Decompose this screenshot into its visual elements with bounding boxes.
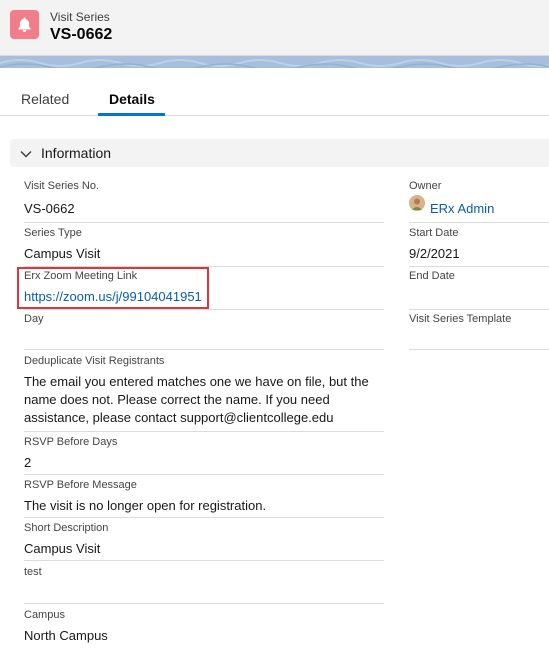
- active-tab-indicator: [98, 113, 165, 116]
- field-divider: [409, 349, 549, 350]
- field-deduplicate-registrants: Deduplicate Visit Registrants The email …: [24, 355, 384, 433]
- object-label: Visit Series: [50, 10, 110, 24]
- decorative-banner: [0, 56, 549, 68]
- field-divider: [409, 222, 549, 223]
- field-day: Day: [24, 313, 384, 351]
- section-title: Information: [41, 145, 112, 161]
- field-label: Deduplicate Visit Registrants: [24, 355, 165, 367]
- field-divider: [24, 603, 384, 604]
- field-divider: [24, 349, 384, 350]
- field-value: The visit is no longer open for registra…: [24, 498, 267, 513]
- field-label: test: [24, 566, 42, 578]
- field-value: VS-0662: [24, 201, 75, 216]
- field-label: RSVP Before Days: [24, 436, 118, 448]
- record-header: Visit Series VS-0662: [0, 0, 549, 56]
- highlight-box: [17, 267, 209, 309]
- field-label: Visit Series No.: [24, 180, 99, 192]
- field-end-date: End Date: [409, 270, 549, 310]
- field-short-description: Short Description Campus Visit: [24, 522, 384, 562]
- field-rsvp-before-message: RSVP Before Message The visit is no long…: [24, 479, 384, 519]
- record-title: VS-0662: [50, 26, 113, 43]
- field-visit-series-no: Visit Series No. VS-0662: [24, 180, 384, 224]
- field-value: 2: [24, 455, 32, 470]
- field-label: Owner: [409, 180, 442, 192]
- field-divider: [24, 222, 384, 223]
- field-label: Series Type: [24, 227, 82, 239]
- field-divider: [24, 309, 384, 310]
- field-label: Day: [24, 313, 44, 325]
- field-divider: [24, 560, 384, 561]
- section-information-toggle[interactable]: Information: [10, 139, 549, 167]
- field-value: North Campus: [24, 628, 108, 643]
- field-rsvp-before-days: RSVP Before Days 2: [24, 436, 384, 476]
- field-label: Visit Series Template: [409, 313, 512, 325]
- avatar: [409, 195, 425, 211]
- field-campus: Campus North Campus: [24, 609, 384, 649]
- field-value: The email you entered matches one we hav…: [24, 374, 369, 425]
- tab-details[interactable]: Details: [109, 91, 155, 107]
- field-label: Campus: [24, 609, 65, 621]
- field-label: End Date: [409, 270, 455, 282]
- field-value: Campus Visit: [24, 541, 101, 556]
- owner-link[interactable]: ERx Admin: [430, 201, 494, 216]
- field-start-date: Start Date 9/2/2021: [409, 227, 549, 267]
- field-label: Start Date: [409, 227, 459, 239]
- field-test: test: [24, 566, 384, 606]
- field-divider: [24, 474, 384, 475]
- record-tabs: Related Details: [0, 84, 549, 116]
- field-visit-series-template: Visit Series Template: [409, 313, 549, 351]
- field-value: Campus Visit: [24, 246, 101, 261]
- field-label: Short Description: [24, 522, 109, 534]
- field-value: 9/2/2021: [409, 246, 460, 261]
- tab-related[interactable]: Related: [21, 91, 69, 107]
- field-divider: [409, 309, 549, 310]
- chevron-down-icon: [20, 147, 32, 165]
- field-series-type: Series Type Campus Visit: [24, 227, 384, 267]
- bell-icon: [10, 10, 39, 39]
- field-owner: Owner ERx Admin: [409, 180, 549, 224]
- field-divider: [409, 266, 549, 267]
- field-label: RSVP Before Message: [24, 479, 137, 491]
- field-divider: [24, 431, 384, 432]
- field-divider: [24, 517, 384, 518]
